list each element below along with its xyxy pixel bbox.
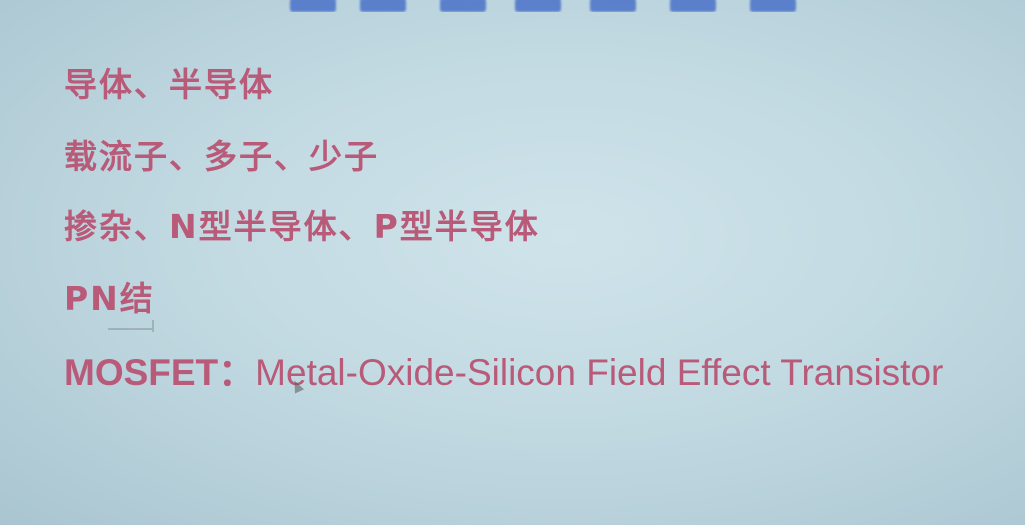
text-cursor-mark [108, 320, 156, 332]
projected-slide: 导体、半导体 载流子、多子、少子 掺杂、N型半导体、P型半导体 PN结 MOSF… [0, 0, 1025, 525]
concept-mosfet: MOSFET：Metal-Oxide-Silicon Field Effect … [64, 344, 944, 401]
slide-title-cropped [250, 0, 810, 12]
mosfet-colon: ： [218, 352, 256, 393]
concept-pn-junction: PN结 [64, 279, 155, 318]
concept-doping: 掺杂、N型半导体、P型半导体 [64, 207, 540, 246]
concept-conductor-semiconductor: 导体、半导体 [64, 65, 274, 104]
mosfet-term: MOSFET [64, 352, 219, 393]
concept-carriers: 载流子、多子、少子 [64, 137, 379, 176]
mosfet-definition: Metal-Oxide-Silicon Field Effect Transis… [255, 352, 944, 393]
